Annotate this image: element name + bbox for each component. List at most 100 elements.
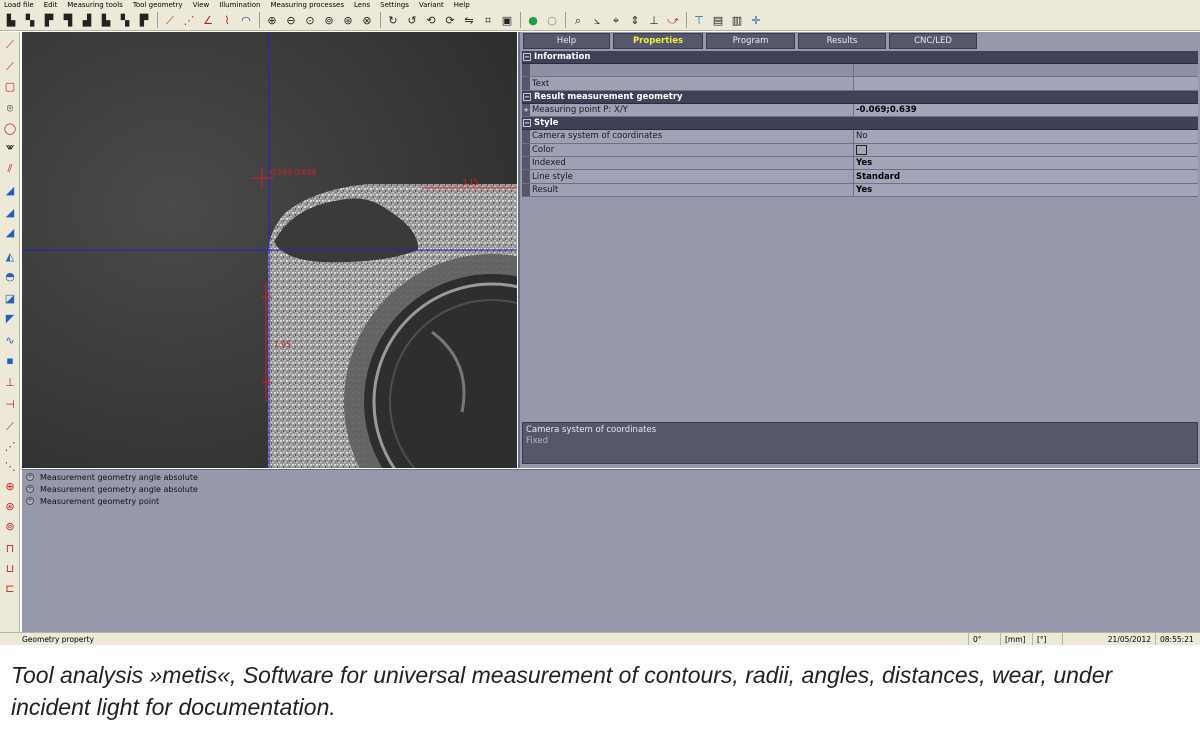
arrow-split-icon[interactable]: ⇕ [627, 12, 643, 28]
triangle-icon[interactable]: ◢ [2, 204, 18, 220]
arc-icon[interactable]: ⌾ [2, 100, 18, 116]
circle-plus-icon[interactable]: ⊛ [2, 498, 18, 514]
property-value-color[interactable] [854, 143, 1198, 156]
expand-icon[interactable]: + [26, 497, 34, 505]
angle-icon[interactable]: ◢ [2, 182, 18, 198]
delete-icon[interactable]: ▟ [79, 12, 95, 28]
zoom-out-icon[interactable]: ⊖ [283, 12, 299, 28]
property-value-indexed[interactable]: Yes [854, 156, 1198, 170]
save-as-icon[interactable]: ▛ [41, 12, 57, 28]
tab-properties[interactable]: Properties [613, 33, 703, 49]
tab-cnc-led[interactable]: CNC/LED [889, 33, 977, 49]
menu-variant[interactable]: Variant [414, 0, 449, 10]
file-open-icon[interactable]: ▙ [3, 12, 19, 28]
color-swatch[interactable] [856, 144, 867, 155]
distance-icon[interactable]: ⩖ [2, 138, 18, 154]
print-icon[interactable]: ▜ [60, 12, 76, 28]
zoom-pan-icon[interactable]: ⊛ [340, 12, 356, 28]
height-icon[interactable]: ⟋ [2, 418, 18, 434]
property-value-text[interactable] [854, 77, 1198, 90]
property-row[interactable]: Line style Standard [522, 170, 1198, 184]
menu-tool-geometry[interactable]: Tool geometry [128, 0, 188, 10]
multi-line-tool-icon[interactable]: ⋰ [181, 12, 197, 28]
tab-help[interactable]: Help [523, 33, 610, 49]
property-row[interactable]: Text [522, 77, 1198, 91]
section-result-measurement-geometry[interactable]: − Result measurement geometry [522, 90, 1198, 104]
expand-icon[interactable]: + [522, 103, 530, 117]
expand-icon[interactable]: + [26, 485, 34, 493]
brackets-icon[interactable]: ⊏ [2, 580, 18, 596]
section-information[interactable]: − Information [522, 51, 1198, 64]
polyline-tool-icon[interactable]: ⌇ [219, 12, 235, 28]
scale-icon[interactable]: ▪ [2, 352, 18, 368]
green-point-icon[interactable]: ● [525, 12, 541, 28]
property-value[interactable] [854, 64, 1198, 77]
arc-tool-icon[interactable]: ◠ [238, 12, 254, 28]
property-row[interactable]: + Measuring point P: X/Y -0.069;0.639 [522, 103, 1198, 118]
property-row[interactable]: Camera system of coordinates No [522, 130, 1198, 144]
zoom-previous-icon[interactable]: ⊗ [359, 12, 375, 28]
tab-results[interactable]: Results [798, 33, 886, 49]
property-value-camera-system[interactable]: No [854, 130, 1198, 143]
edge-find-icon[interactable]: ⤻ [665, 12, 681, 28]
list-item[interactable]: + Measurement geometry point [26, 495, 159, 507]
expand-icon[interactable]: + [26, 473, 34, 481]
report-icon[interactable]: ▛ [136, 12, 152, 28]
save-icon[interactable]: ▚ [22, 12, 38, 28]
menu-lens[interactable]: Lens [349, 0, 375, 10]
property-row[interactable]: Result Yes [522, 183, 1198, 198]
import-icon[interactable]: ▚ [117, 12, 133, 28]
point-icon[interactable]: ⟋ [2, 36, 18, 52]
bracket-top-icon[interactable]: ⊓ [2, 540, 18, 556]
line-tool-icon[interactable]: ⟋ [162, 12, 178, 28]
menu-load-file[interactable]: Load file [0, 0, 39, 10]
menu-view[interactable]: View [188, 0, 215, 10]
property-row[interactable] [522, 64, 1198, 78]
tab-program[interactable]: Program [706, 33, 795, 49]
menu-illumination[interactable]: Illumination [214, 0, 265, 10]
list-item[interactable]: + Measurement geometry angle absolute [26, 471, 198, 483]
flag-icon[interactable]: ◤ [2, 310, 18, 326]
status-unit-length[interactable]: [mm] [1000, 633, 1032, 645]
cross-icon[interactable]: ⊕ [2, 478, 18, 494]
slope-icon[interactable]: ◢ [2, 224, 18, 240]
measure-angle-icon[interactable]: ⦣ [589, 12, 605, 28]
property-value-result[interactable]: Yes [854, 183, 1198, 197]
property-value-measuring-point[interactable]: -0.069;0.639 [854, 103, 1198, 117]
reference-icon[interactable]: ⊤ [691, 12, 707, 28]
parallel-icon[interactable]: ⫽ [2, 160, 18, 176]
section-style[interactable]: − Style [522, 117, 1198, 131]
line-icon[interactable]: ⟋ [2, 58, 18, 74]
menu-edit[interactable]: Edit [39, 0, 63, 10]
circle-icon[interactable]: ▢ [2, 78, 18, 94]
cross-hair-icon[interactable]: ⌖ [608, 12, 624, 28]
ramp-icon[interactable]: ◭ [2, 248, 18, 264]
collapse-icon[interactable]: − [523, 53, 531, 61]
width-icon[interactable]: ⊣ [2, 396, 18, 412]
camera-view[interactable]: -0.069;0.639 3.15 1.95 [22, 32, 517, 468]
ellipse-icon[interactable]: ◯ [2, 120, 18, 136]
zoom-fit-icon[interactable]: ⊙ [302, 12, 318, 28]
gauge-icon[interactable]: ⊚ [2, 518, 18, 534]
menu-measuring-tools[interactable]: Measuring tools [62, 0, 128, 10]
film-icon[interactable]: ▤ [710, 12, 726, 28]
move-icon[interactable]: ✛ [748, 12, 764, 28]
search-icon[interactable]: ⌕ [570, 12, 586, 28]
zoom-in-icon[interactable]: ⊕ [264, 12, 280, 28]
bracket-bottom-icon[interactable]: ⊔ [2, 560, 18, 576]
zoom-window-icon[interactable]: ⊚ [321, 12, 337, 28]
list-item[interactable]: + Measurement geometry angle absolute [26, 483, 198, 495]
property-row[interactable]: Indexed Yes [522, 156, 1198, 171]
snapshot-icon[interactable]: ▣ [499, 12, 515, 28]
calibrate-icon[interactable]: ▥ [729, 12, 745, 28]
rotate-left-icon[interactable]: ⟲ [423, 12, 439, 28]
menu-measuring-processes[interactable]: Measuring processes [265, 0, 349, 10]
menu-help[interactable]: Help [449, 0, 475, 10]
rotate-right-icon[interactable]: ⟳ [442, 12, 458, 28]
rotate-180-icon[interactable]: ↺ [404, 12, 420, 28]
status-unit-angle[interactable]: [°] [1032, 633, 1062, 645]
property-row[interactable]: Color [522, 143, 1198, 157]
collapse-icon[interactable]: − [523, 119, 531, 128]
wave-icon[interactable]: ∿ [2, 332, 18, 348]
collapse-icon[interactable]: − [523, 92, 531, 101]
